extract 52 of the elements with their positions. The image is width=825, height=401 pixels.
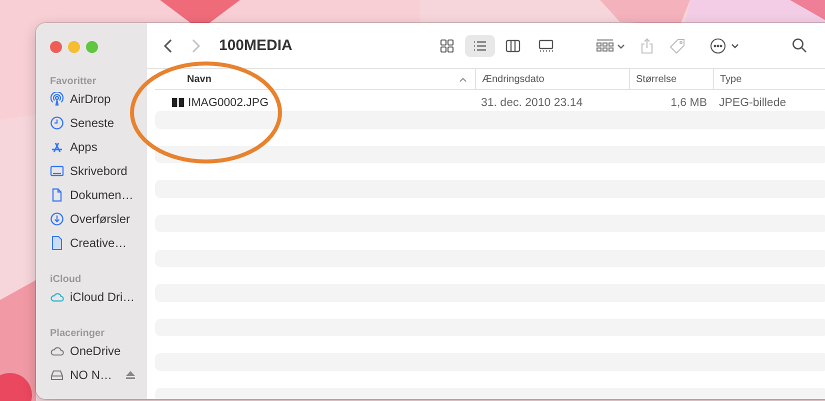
sidebar-heading: Favoritter [50, 75, 98, 87]
gallery-icon [538, 38, 554, 54]
sidebar-item-label: OneDrive [70, 344, 121, 358]
sidebar-item-label: Dokumen… [70, 188, 134, 202]
window-title: 100MEDIA [219, 37, 292, 54]
download-icon [50, 212, 64, 226]
sidebar-item[interactable]: OneDrive [50, 339, 147, 363]
date-cell-text: 31. dec. 2010 23.14 [480, 96, 584, 109]
desktop-icon [50, 164, 64, 178]
sidebar-item-label: Skrivebord [70, 164, 128, 178]
drive-icon [50, 368, 64, 382]
file-row[interactable]: IMAG0002.JPG 31. dec. 2010 23.14 1,6 MB JPEG-billede [155, 94, 825, 112]
sidebar-item-label: Overførsler [70, 212, 130, 226]
search-icon[interactable] [792, 38, 807, 53]
eject-icon[interactable] [126, 371, 135, 379]
file-icon [50, 236, 64, 250]
size-cell-text: 1,6 MB [670, 96, 708, 109]
column-header[interactable]: Størrelse [629, 69, 713, 89]
window-control[interactable] [50, 41, 62, 53]
sidebar-item[interactable]: NO N… [50, 363, 147, 387]
sidebar-item-label: Seneste [70, 116, 114, 130]
column-header[interactable]: Navn [155, 69, 475, 89]
sidebar-item-label: iCloud Dri… [70, 290, 135, 304]
sidebar-item-label: Creative… [70, 236, 127, 250]
group-icon[interactable] [596, 38, 626, 54]
sidebar-item[interactable]: Creative… [50, 231, 147, 255]
sidebar-item[interactable]: Dokumen… [50, 183, 147, 207]
column-header[interactable]: Ændringsdato [475, 69, 629, 89]
columns-icon [505, 38, 521, 54]
file-name: IMAG0002.JPG [188, 96, 269, 109]
sidebar-item-label: Apps [70, 140, 98, 154]
sidebar-item-label: AirDrop [70, 92, 111, 106]
grid-icon [439, 38, 455, 54]
clock-icon [50, 116, 64, 130]
sidebar-heading: Placeringer [50, 327, 106, 339]
airdrop-icon [50, 92, 64, 106]
column-header[interactable]: Type [713, 69, 825, 89]
apps-icon [50, 140, 64, 154]
sidebar-item[interactable]: Apps [50, 135, 147, 159]
sidebar-item[interactable]: iCloud Dri… [50, 285, 147, 309]
image-file-icon [172, 98, 184, 108]
sidebar-item[interactable]: AirDrop [50, 87, 147, 111]
sidebar-item[interactable]: Seneste [50, 111, 147, 135]
sidebar-item[interactable]: Overførsler [50, 207, 147, 231]
sidebar-heading: iCloud [50, 273, 82, 285]
sidebar-item[interactable]: Skrivebord [50, 159, 147, 183]
type-cell-text: JPEG-billede [718, 96, 788, 109]
cloud-icon [50, 290, 64, 304]
cloud-icon [50, 344, 64, 358]
view-button[interactable] [465, 34, 495, 56]
sidebar-item-label: NO N… [70, 368, 112, 382]
document-icon [50, 188, 64, 202]
